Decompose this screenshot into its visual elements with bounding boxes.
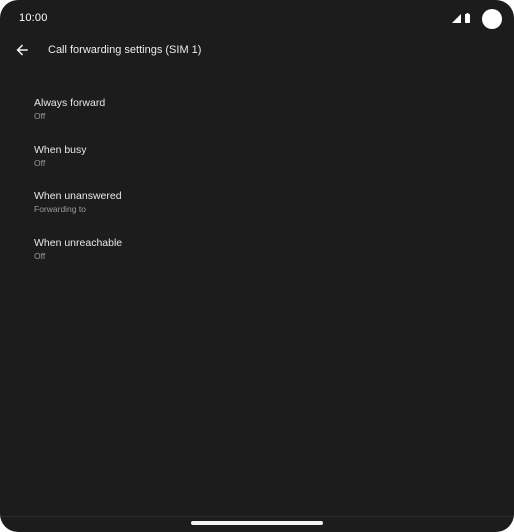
setting-value: Off xyxy=(34,250,46,261)
status-bar: 10:00 xyxy=(0,0,514,38)
app-bar: Call forwarding settings (SIM 1) xyxy=(0,38,514,64)
setting-when-unanswered[interactable]: When unanswered Forwarding to xyxy=(0,179,514,226)
page-title: Call forwarding settings (SIM 1) xyxy=(48,44,202,56)
signal-icon xyxy=(452,14,461,23)
device-screen: 10:00 Call forwarding settings (SIM 1) A… xyxy=(0,0,514,532)
status-time: 10:00 xyxy=(19,12,48,24)
setting-when-busy[interactable]: When busy Off xyxy=(0,133,514,180)
setting-always-forward[interactable]: Always forward Off xyxy=(0,86,514,133)
setting-when-unreachable[interactable]: When unreachable Off xyxy=(0,226,514,273)
camera-cutout xyxy=(482,9,502,29)
setting-label: When unanswered xyxy=(34,190,122,202)
settings-list: Always forward Off When busy Off When un… xyxy=(0,86,514,272)
battery-icon xyxy=(465,13,470,23)
setting-value: Off xyxy=(34,157,46,168)
setting-value: Forwarding to xyxy=(34,204,86,214)
navigation-divider xyxy=(0,516,514,517)
setting-label: When unreachable xyxy=(34,236,123,249)
setting-label: When busy xyxy=(34,143,87,156)
arrow-back-icon xyxy=(16,44,28,56)
setting-label: Always forward xyxy=(34,97,106,109)
back-button[interactable] xyxy=(12,40,32,60)
home-gesture-handle[interactable] xyxy=(191,521,323,525)
setting-value: Off xyxy=(34,111,46,121)
